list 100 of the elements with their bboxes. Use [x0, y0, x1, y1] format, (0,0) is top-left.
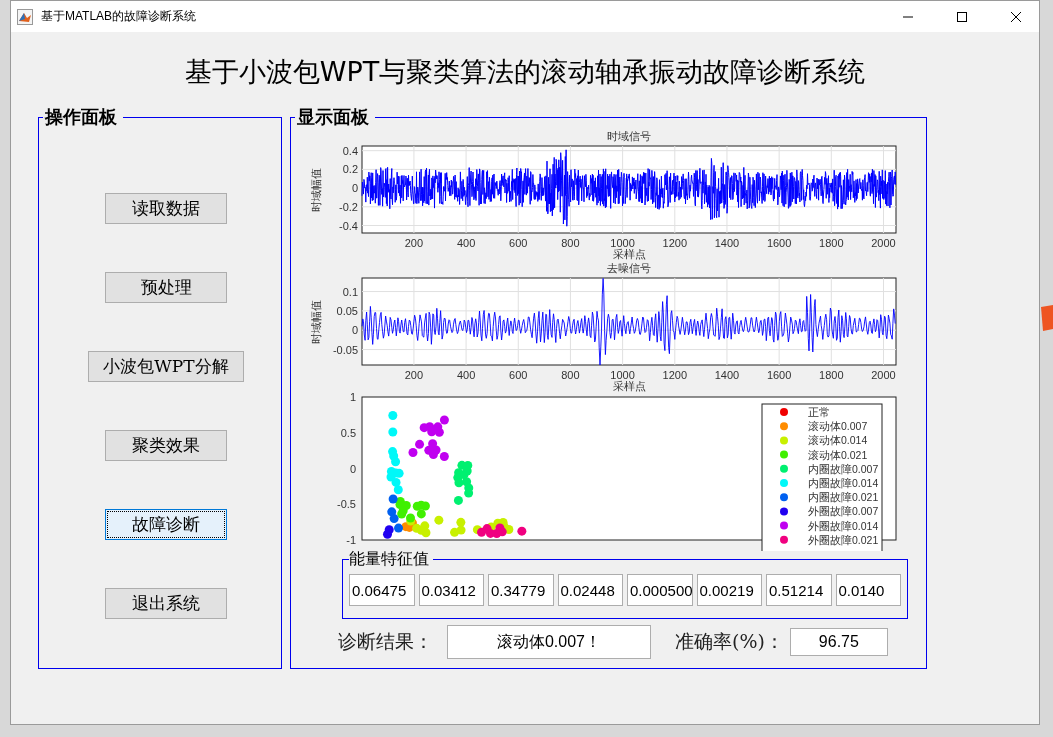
legend-label: 外圈故障0.014	[808, 519, 879, 532]
x-axis-label: 采样点	[612, 248, 646, 260]
accuracy-field[interactable]: 96.75	[789, 628, 888, 656]
scatter-point	[391, 477, 401, 487]
y-tick-label: 0	[351, 324, 358, 337]
y-tick-label: 0.1	[342, 285, 358, 298]
scatter-point	[408, 448, 418, 458]
scatter-point	[450, 527, 460, 537]
page-heading: 基于小波包WPT与聚类算法的滚动轴承振动故障诊断系统	[183, 55, 867, 89]
x-tick-label: 1800	[819, 369, 844, 381]
feature-panel-title: 能量特征值	[349, 549, 430, 570]
feature-field[interactable]: 0.02448	[557, 574, 623, 606]
window-title: 基于MATLAB的故障诊断系统	[41, 8, 198, 25]
app-icon	[17, 8, 33, 25]
x-tick-label: 1600	[766, 369, 792, 381]
y-tick-label: 0.4	[342, 144, 358, 157]
legend-label: 外圈故障0.021	[808, 533, 879, 546]
scatter-point	[428, 439, 438, 449]
close-icon	[1010, 10, 1022, 23]
y-tick-label: 0.5	[340, 426, 356, 439]
legend-label: 内圈故障0.007	[808, 462, 879, 475]
action-button[interactable]: 退出系统	[105, 588, 227, 619]
y-axis-label: 时域幅值	[310, 299, 322, 344]
legend-label: 滚动体0.007	[808, 420, 868, 433]
x-tick-label: 400	[456, 237, 476, 249]
scatter-point	[393, 485, 403, 495]
x-tick-label: 800	[561, 369, 580, 381]
accuracy-label: 准确率(%)：	[675, 629, 784, 654]
scatter-point	[456, 517, 466, 527]
y-tick-label: -0.4	[339, 219, 358, 232]
scatter-point	[439, 415, 449, 425]
x-tick-label: 600	[509, 237, 528, 249]
x-tick-label: 800	[561, 237, 580, 249]
x-tick-label: 1200	[662, 237, 687, 249]
scatter-point	[394, 523, 404, 533]
scatter-point	[424, 445, 434, 455]
feature-field[interactable]: 0.03412	[418, 574, 484, 606]
x-axis-label: 采样点	[612, 380, 646, 392]
y-tick-label: 1	[349, 393, 356, 403]
action-button[interactable]: 读取数据	[105, 193, 227, 224]
x-tick-label: 1200	[662, 369, 687, 381]
scatter-point	[517, 526, 527, 536]
panel-title: 操作面板	[44, 106, 118, 129]
feature-field[interactable]: 0.34779	[488, 574, 554, 606]
x-tick-label: 200	[404, 237, 424, 249]
action-button[interactable]: 小波包WPT分解	[88, 351, 244, 382]
scatter-point	[384, 525, 394, 535]
y-tick-label: -0.2	[339, 200, 358, 213]
scatter-point	[427, 427, 437, 437]
x-tick-label: 1400	[714, 237, 740, 249]
legend-label: 内圈故障0.014	[808, 477, 879, 489]
y-tick-label: -1	[346, 534, 356, 546]
action-button[interactable]: 聚类效果	[105, 430, 227, 461]
scatter-point	[388, 411, 398, 420]
result-label: 诊断结果：	[338, 629, 433, 654]
y-tick-label: 0.05	[336, 304, 358, 317]
legend-label: 滚动体0.021	[808, 448, 868, 461]
scatter-point	[482, 524, 492, 534]
legend-label: 内圈故障0.021	[808, 491, 879, 504]
feature-field[interactable]: 0.00219	[696, 574, 762, 606]
legend-label: 正常	[808, 406, 830, 418]
scatter-point	[439, 452, 449, 462]
x-tick-label: 1000	[610, 369, 635, 381]
scatter-point	[420, 521, 430, 531]
action-button[interactable]: 预处理	[105, 272, 227, 303]
scatter-point	[434, 427, 444, 437]
x-tick-label: 1800	[819, 237, 844, 249]
scatter-point	[391, 457, 401, 467]
result-field[interactable]: 滚动体0.007！	[447, 625, 651, 659]
x-tick-label: 600	[509, 369, 528, 381]
x-tick-label: 1000	[610, 237, 635, 249]
legend-label: 外圈故障0.007	[808, 505, 879, 518]
action-button[interactable]: 故障诊断	[105, 509, 227, 540]
x-tick-label: 1600	[766, 237, 792, 249]
scatter-point	[419, 423, 429, 433]
y-tick-label: 0	[351, 182, 358, 195]
scatter-point	[412, 523, 422, 533]
y-axis-label: 时域幅值	[310, 167, 322, 212]
legend-label: 滚动体0.014	[808, 434, 868, 447]
scatter-point	[388, 494, 398, 504]
maximize-icon	[956, 10, 968, 23]
scatter-point	[453, 495, 463, 505]
panel-title: 显示面板	[296, 106, 370, 129]
feature-field[interactable]: 0.0140	[835, 574, 901, 606]
x-tick-label: 2000	[871, 237, 896, 249]
scatter-point	[389, 514, 399, 524]
x-tick-label: 1400	[714, 369, 740, 381]
feature-field[interactable]: 0.51214	[766, 574, 832, 606]
scatter-point	[415, 439, 425, 449]
scatter-point	[416, 509, 426, 519]
x-tick-label: 200	[404, 369, 424, 381]
plot-title: 时域信号	[607, 130, 651, 142]
scatter-point	[463, 460, 473, 470]
feature-field[interactable]: 0.000500	[627, 574, 693, 606]
y-tick-label: -0.5	[337, 498, 356, 511]
x-tick-label: 400	[456, 369, 476, 381]
feature-field[interactable]: 0.06475	[349, 574, 415, 606]
x-tick-label: 2000	[871, 369, 896, 381]
scatter-point	[464, 483, 474, 493]
y-tick-label: -0.05	[332, 343, 358, 356]
